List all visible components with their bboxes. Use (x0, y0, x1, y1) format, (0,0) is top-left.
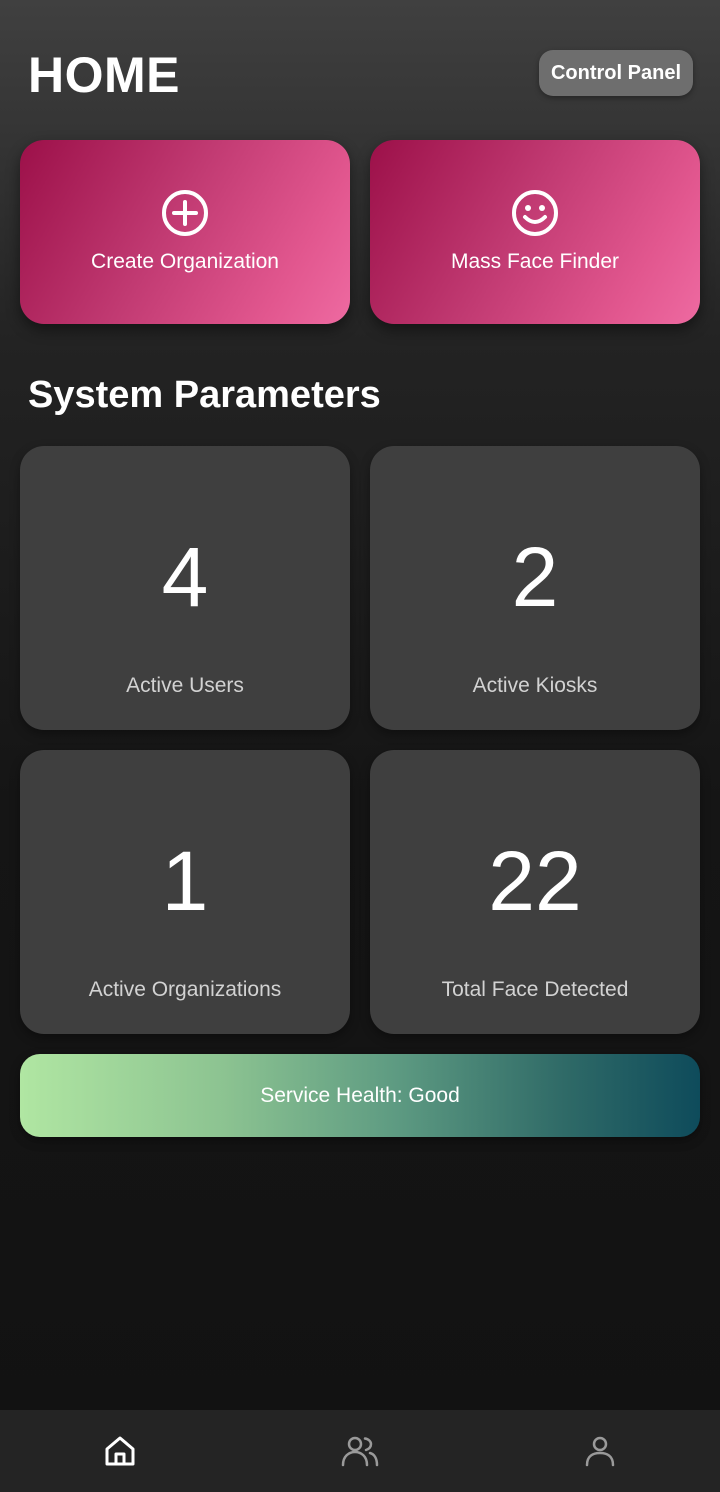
bottom-navigation (0, 1410, 720, 1492)
stat-value: 4 (161, 530, 209, 624)
nav-profile[interactable] (480, 1410, 720, 1492)
mass-face-finder-card[interactable]: Mass Face Finder (370, 140, 700, 324)
stat-card-total-face-detected: 22 Total Face Detected (370, 750, 700, 1034)
plus-circle-icon (160, 188, 210, 238)
users-icon (340, 1434, 380, 1468)
page-title: HOME (28, 47, 180, 103)
control-panel-button[interactable]: Control Panel (539, 50, 693, 96)
service-health-banner: Service Health: Good (20, 1054, 700, 1137)
stat-label: Active Kiosks (472, 674, 598, 697)
stat-card-active-organizations: 1 Active Organizations (20, 750, 350, 1034)
stat-value: 1 (161, 834, 209, 928)
stat-label: Active Organizations (88, 978, 282, 1001)
create-organization-card[interactable]: Create Organization (20, 140, 350, 324)
header: HOME Control Panel (0, 0, 720, 140)
stat-value: 2 (511, 530, 559, 624)
stat-label: Active Users (126, 674, 244, 697)
stat-label: Total Face Detected (441, 978, 629, 1001)
profile-icon (583, 1434, 617, 1468)
stat-value: 22 (488, 834, 582, 928)
nav-home[interactable] (0, 1410, 240, 1492)
nav-users[interactable] (240, 1410, 480, 1492)
stat-card-active-kiosks: 2 Active Kiosks (370, 446, 700, 730)
stat-card-active-users: 4 Active Users (20, 446, 350, 730)
home-icon (103, 1434, 137, 1468)
section-title: System Parameters (28, 374, 381, 416)
create-organization-label: Create Organization (91, 250, 279, 273)
smiley-face-icon (510, 188, 560, 238)
mass-face-finder-label: Mass Face Finder (450, 250, 620, 273)
